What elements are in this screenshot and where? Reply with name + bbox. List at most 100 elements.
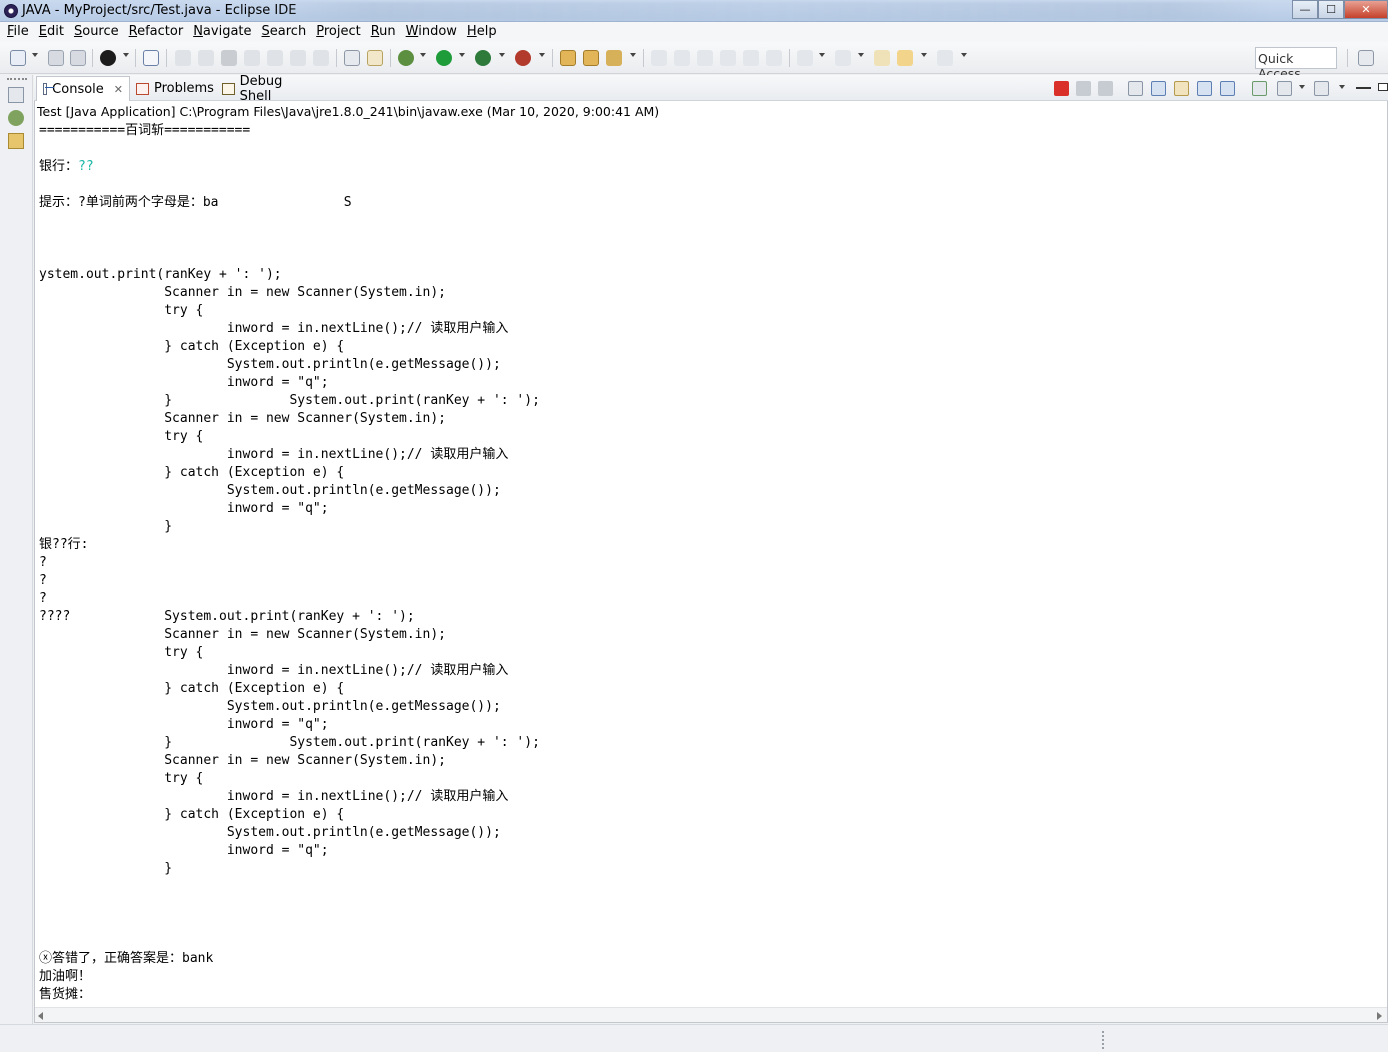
pin-console-icon[interactable] <box>1252 81 1267 96</box>
menu-help[interactable]: Help <box>464 22 504 42</box>
run-dropdown-icon[interactable] <box>459 53 465 57</box>
new-java-project-icon[interactable] <box>560 50 576 66</box>
scroll-left-icon[interactable] <box>38 1012 43 1020</box>
quick-access-input[interactable]: Quick Access <box>1255 47 1337 81</box>
tab-problems[interactable]: Problems <box>130 76 216 101</box>
show-whitespace-icon[interactable] <box>766 50 782 66</box>
save-icon[interactable] <box>48 50 64 66</box>
run-icon[interactable] <box>436 50 452 66</box>
search-icon[interactable] <box>674 50 690 66</box>
maximize-view-icon[interactable] <box>1378 83 1388 91</box>
external-tools-dropdown-icon[interactable] <box>539 53 545 57</box>
drop-to-frame-icon[interactable] <box>344 50 360 66</box>
next-annotation-icon[interactable] <box>797 50 813 66</box>
debug-view-icon[interactable] <box>8 110 24 126</box>
step-return-icon[interactable] <box>313 50 329 66</box>
step-into-icon[interactable] <box>267 50 283 66</box>
console-line: } <box>39 861 173 876</box>
console-line: Scanner in = new Scanner(System.in); <box>39 753 446 768</box>
open-console-icon[interactable] <box>1314 81 1329 96</box>
save-all-icon[interactable] <box>70 50 86 66</box>
forward-icon[interactable] <box>937 50 953 66</box>
next-annotation-dropdown-icon[interactable] <box>819 53 825 57</box>
console-output[interactable]: ===========百词斩=========== 银行：?? 提示：?单词前两个字… <box>39 122 1379 1006</box>
console-line: inword = "q"; <box>39 843 329 858</box>
show-on-stdout-icon[interactable] <box>1197 81 1212 96</box>
profile-dropdown-icon[interactable] <box>123 53 129 57</box>
tab-debug-shell[interactable]: Debug Shell <box>216 73 316 104</box>
remove-all-terminated-icon[interactable] <box>1098 81 1113 96</box>
new-icon[interactable] <box>10 50 26 66</box>
back-icon[interactable] <box>897 50 913 66</box>
menu-window[interactable]: Window <box>403 22 464 42</box>
console-line: System.out.println(e.getMessage()); <box>39 357 501 372</box>
previous-annotation-dropdown-icon[interactable] <box>858 53 864 57</box>
coverage-dropdown-icon[interactable] <box>499 53 505 57</box>
console-line: 提示：?单词前两个字母是：ba S <box>39 195 352 210</box>
remove-launch-icon[interactable] <box>1076 81 1091 96</box>
open-perspective-icon[interactable] <box>1358 50 1374 66</box>
toggle-block-selection-icon[interactable] <box>720 50 736 66</box>
package-explorer-icon[interactable] <box>8 133 24 149</box>
menu-run[interactable]: Run <box>368 22 403 42</box>
resume-icon[interactable] <box>175 50 191 66</box>
minimize-button[interactable]: — <box>1292 0 1318 19</box>
word-wrap-icon[interactable] <box>1174 81 1189 96</box>
external-tools-icon[interactable] <box>515 50 531 66</box>
use-step-filters-icon[interactable] <box>367 50 383 66</box>
disconnect-icon[interactable] <box>244 50 260 66</box>
show-on-stderr-icon[interactable] <box>1220 81 1235 96</box>
menu-source[interactable]: Source <box>71 22 126 42</box>
new-class-dropdown-icon[interactable] <box>630 53 636 57</box>
tab-debug-shell-label: Debug Shell <box>239 73 283 104</box>
status-grip <box>1102 1031 1104 1049</box>
back-dropdown-icon[interactable] <box>921 53 927 57</box>
debug-icon[interactable] <box>398 50 414 66</box>
console-line: inword = in.nextLine();// 读取用户输入 <box>39 663 509 678</box>
step-over-icon[interactable] <box>290 50 306 66</box>
new-package-icon[interactable] <box>583 50 599 66</box>
restore-icon[interactable] <box>8 87 24 103</box>
coverage-icon[interactable] <box>475 50 491 66</box>
last-edit-location-icon[interactable] <box>874 50 890 66</box>
menu-edit[interactable]: Edit <box>36 22 71 42</box>
scroll-right-icon[interactable] <box>1377 1012 1382 1020</box>
display-selected-console-icon[interactable] <box>1277 81 1292 96</box>
horizontal-scrollbar[interactable] <box>35 1007 1387 1022</box>
console-line: } catch (Exception e) { <box>39 465 345 480</box>
profile-icon[interactable] <box>100 50 116 66</box>
maximize-button[interactable]: ☐ <box>1318 0 1344 19</box>
open-type-icon[interactable] <box>651 50 667 66</box>
open-console-dropdown-icon[interactable] <box>1339 85 1345 89</box>
scroll-lock-icon[interactable] <box>1151 81 1166 96</box>
new-class-icon[interactable] <box>606 50 622 66</box>
console-line: } catch (Exception e) { <box>39 807 345 822</box>
new-dropdown-icon[interactable] <box>32 53 38 57</box>
toggle-mark-occurrences-icon[interactable] <box>697 50 713 66</box>
clear-console-icon[interactable] <box>1128 81 1143 96</box>
menu-navigate[interactable]: Navigate <box>190 22 258 42</box>
debug-dropdown-icon[interactable] <box>420 53 426 57</box>
previous-annotation-icon[interactable] <box>835 50 851 66</box>
close-button[interactable]: ✕ <box>1344 0 1388 19</box>
console-user-input: ?? <box>78 159 94 174</box>
minimize-view-icon[interactable] <box>1356 87 1371 89</box>
tab-console[interactable]: Console ✕ <box>36 76 130 101</box>
console-line: inword = in.nextLine();// 读取用户输入 <box>39 321 509 336</box>
menu-file[interactable]: File <box>4 22 36 42</box>
skip-breakpoints-icon[interactable] <box>143 50 159 66</box>
terminate-icon[interactable] <box>221 50 237 66</box>
display-console-dropdown-icon[interactable] <box>1299 85 1305 89</box>
menu-project[interactable]: Project <box>313 22 368 42</box>
suspend-icon[interactable] <box>198 50 214 66</box>
menu-search[interactable]: Search <box>259 22 314 42</box>
terminate-icon[interactable] <box>1054 81 1069 96</box>
forward-dropdown-icon[interactable] <box>961 53 967 57</box>
toggle-word-wrap-icon[interactable] <box>743 50 759 66</box>
menu-refactor[interactable]: Refactor <box>126 22 191 42</box>
close-icon[interactable]: ✕ <box>114 83 123 96</box>
